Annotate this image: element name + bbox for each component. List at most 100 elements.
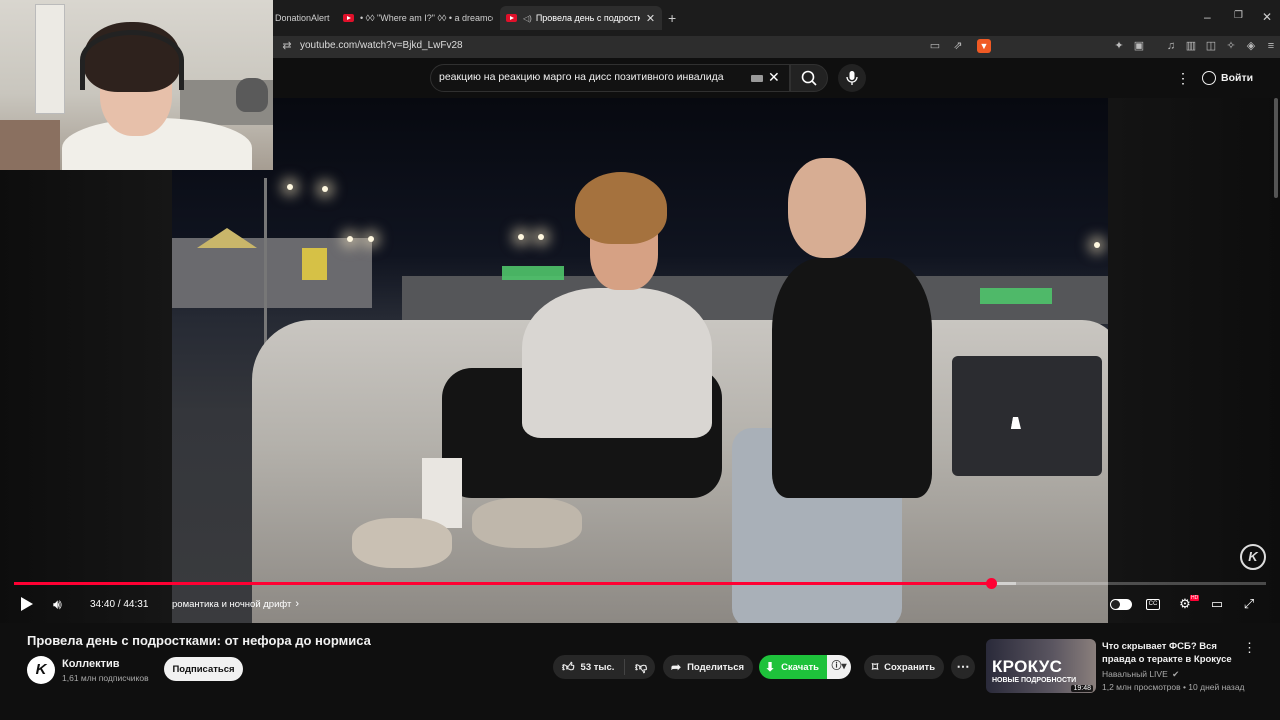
more-options-icon[interactable]: ⋮ <box>1176 70 1190 87</box>
media-icon[interactable]: ♫ <box>1164 39 1178 53</box>
webcam-door <box>35 4 65 114</box>
webcam-table <box>0 120 60 170</box>
autoplay-toggle[interactable] <box>1110 599 1132 610</box>
save-label: Сохранить <box>884 661 936 673</box>
chapter-label: романтика и ночной дрифт <box>172 598 292 610</box>
search-query[interactable]: реакцию на реакцию марго на дисс позитив… <box>439 71 724 83</box>
play-icon[interactable] <box>21 597 33 611</box>
channel-subscribers: 1,61 млн подписчиков <box>62 673 149 683</box>
extensions-icon[interactable]: ✦ <box>1112 39 1126 53</box>
clear-search-icon[interactable]: ✕ <box>768 69 780 86</box>
mall-building <box>172 238 372 308</box>
voice-search-button[interactable] <box>838 64 866 92</box>
recommended-channel-name: Навальный LIVE <box>1102 669 1168 679</box>
channel-watermark[interactable]: K <box>1240 544 1266 570</box>
leo-ai-icon[interactable]: ✧ <box>1224 39 1238 53</box>
thumbs-down-icon: 👎︎ <box>635 659 648 674</box>
sidebar-icon[interactable]: ▥ <box>1184 39 1198 53</box>
channel-avatar[interactable]: K <box>27 656 55 684</box>
girl-head <box>788 158 866 258</box>
minimize-icon[interactable]: – <box>1204 10 1211 24</box>
boy-hair <box>575 172 667 244</box>
streamer-webcam <box>0 0 273 170</box>
light-pole <box>264 178 267 348</box>
youtube-icon <box>506 14 517 22</box>
like-dislike-group: 👍︎ 53 тыс. 👎︎ <box>553 655 655 679</box>
vpn-icon[interactable]: ◈ <box>1244 39 1258 53</box>
progress-played <box>14 582 991 585</box>
chapter-title[interactable]: романтика и ночной дрифт › <box>172 596 299 612</box>
video-title: Провела день с подростками: от нефора до… <box>27 633 371 648</box>
tab-search-icon[interactable]: ▣ <box>1132 39 1146 53</box>
recommended-thumbnail[interactable]: КРОКУС НОВЫЕ ПОДРОБНОСТИ 19:48 <box>986 639 1096 693</box>
street-lamp <box>368 236 374 242</box>
like-count: 53 тыс. <box>580 661 615 673</box>
progress-scrubber[interactable] <box>985 578 997 589</box>
headset-icon <box>80 30 184 90</box>
share-button[interactable]: ➦ Поделиться <box>663 655 753 679</box>
subtitles-icon[interactable]: CC <box>1146 599 1160 610</box>
green-sign-right <box>980 288 1052 304</box>
street-lamp <box>518 234 524 240</box>
share-label: Поделиться <box>687 661 745 673</box>
speaker-icon: ◁) <box>523 13 532 23</box>
subscribe-button[interactable]: Подписаться <box>164 657 243 681</box>
theater-mode-icon[interactable]: ▭ <box>1210 597 1224 611</box>
save-button[interactable]: ⌑ Сохранить <box>864 655 944 679</box>
recommended-meta: 1,2 млн просмотров • 10 дней назад <box>1102 682 1245 692</box>
download-options-button[interactable]: ⓘ▾ <box>827 655 851 679</box>
url-field[interactable]: youtube.com/watch?v=Bjkd_LwFv28 <box>300 40 463 51</box>
boy-sock <box>422 458 462 528</box>
progress-bar[interactable] <box>14 578 1266 589</box>
thumbs-up-icon: 👍︎ <box>562 659 575 674</box>
tab-donationalert[interactable]: DonationAlert <box>275 6 330 30</box>
recommended-channel[interactable]: Навальный LIVE ✔ <box>1102 669 1179 680</box>
bookmark-icon: ⌑ <box>872 660 879 674</box>
account-icon <box>1202 71 1216 85</box>
signin-button[interactable]: Войти <box>1202 66 1253 90</box>
cast-icon[interactable]: ▭ <box>928 39 942 53</box>
close-window-icon[interactable]: ✕ <box>1262 10 1272 24</box>
thumbnail-title: КРОКУС <box>992 657 1063 676</box>
more-horizontal-icon: ⋯ <box>956 659 970 674</box>
download-group: ⬇ Скачать ⓘ▾ <box>759 655 851 679</box>
page-scrollbar[interactable] <box>1274 98 1278 198</box>
recommended-more-icon[interactable]: ⋮ <box>1243 640 1256 656</box>
new-tab-button[interactable]: + <box>668 10 676 26</box>
mouse-cursor-icon <box>1010 417 1024 429</box>
menu-icon[interactable]: ≡ <box>1264 39 1278 53</box>
volume-icon[interactable]: 🔊︎ <box>53 596 62 612</box>
search-button[interactable] <box>790 64 828 92</box>
street-lamp <box>1094 242 1100 248</box>
player-letterbox-left <box>0 170 172 623</box>
like-button[interactable]: 👍︎ 53 тыс. <box>553 659 625 675</box>
time-display: 34:40 / 44:31 <box>90 598 149 610</box>
keyboard-icon[interactable] <box>751 75 763 82</box>
site-settings-icon[interactable]: ⇄ <box>280 39 294 53</box>
fullscreen-icon[interactable]: ⤢ <box>1242 597 1256 611</box>
boy-shoe <box>352 518 452 568</box>
restore-icon[interactable]: ❐ <box>1234 10 1243 21</box>
more-actions-button[interactable]: ⋯ <box>951 655 975 679</box>
download-label: Скачать <box>781 661 820 673</box>
wallet-icon[interactable]: ◫ <box>1204 39 1218 53</box>
hd-badge: HD <box>1190 595 1200 601</box>
tab-dreamcore[interactable]: • ◊◊ "Where am I?" ◊◊ • a dreamco <box>343 6 493 30</box>
brave-shields-icon[interactable]: ▼ <box>977 39 991 53</box>
video-duration: 19:48 <box>1071 685 1093 692</box>
street-lamp <box>347 236 353 242</box>
close-tab-icon[interactable]: ✕ <box>646 12 655 25</box>
tab-label: Провела день с подростками <box>535 13 640 23</box>
green-sign <box>502 266 564 280</box>
download-icon: ⬇ <box>765 660 776 674</box>
download-button[interactable]: ⬇ Скачать <box>759 655 828 679</box>
dislike-button[interactable]: 👎︎ <box>625 660 647 675</box>
street-lamp <box>287 184 293 190</box>
channel-name[interactable]: Коллектив <box>62 658 120 670</box>
video-frame[interactable] <box>172 98 1108 623</box>
thumbnail-subtitle: НОВЫЕ ПОДРОБНОСТИ <box>992 677 1077 684</box>
boy-shoe <box>472 498 582 548</box>
share-page-icon[interactable]: ⇗ <box>951 39 965 53</box>
tab-active-video[interactable]: ◁) Провела день с подростками ✕ <box>500 6 662 30</box>
recommended-title[interactable]: Что скрывает ФСБ? Вся правда о теракте в… <box>1102 640 1240 666</box>
